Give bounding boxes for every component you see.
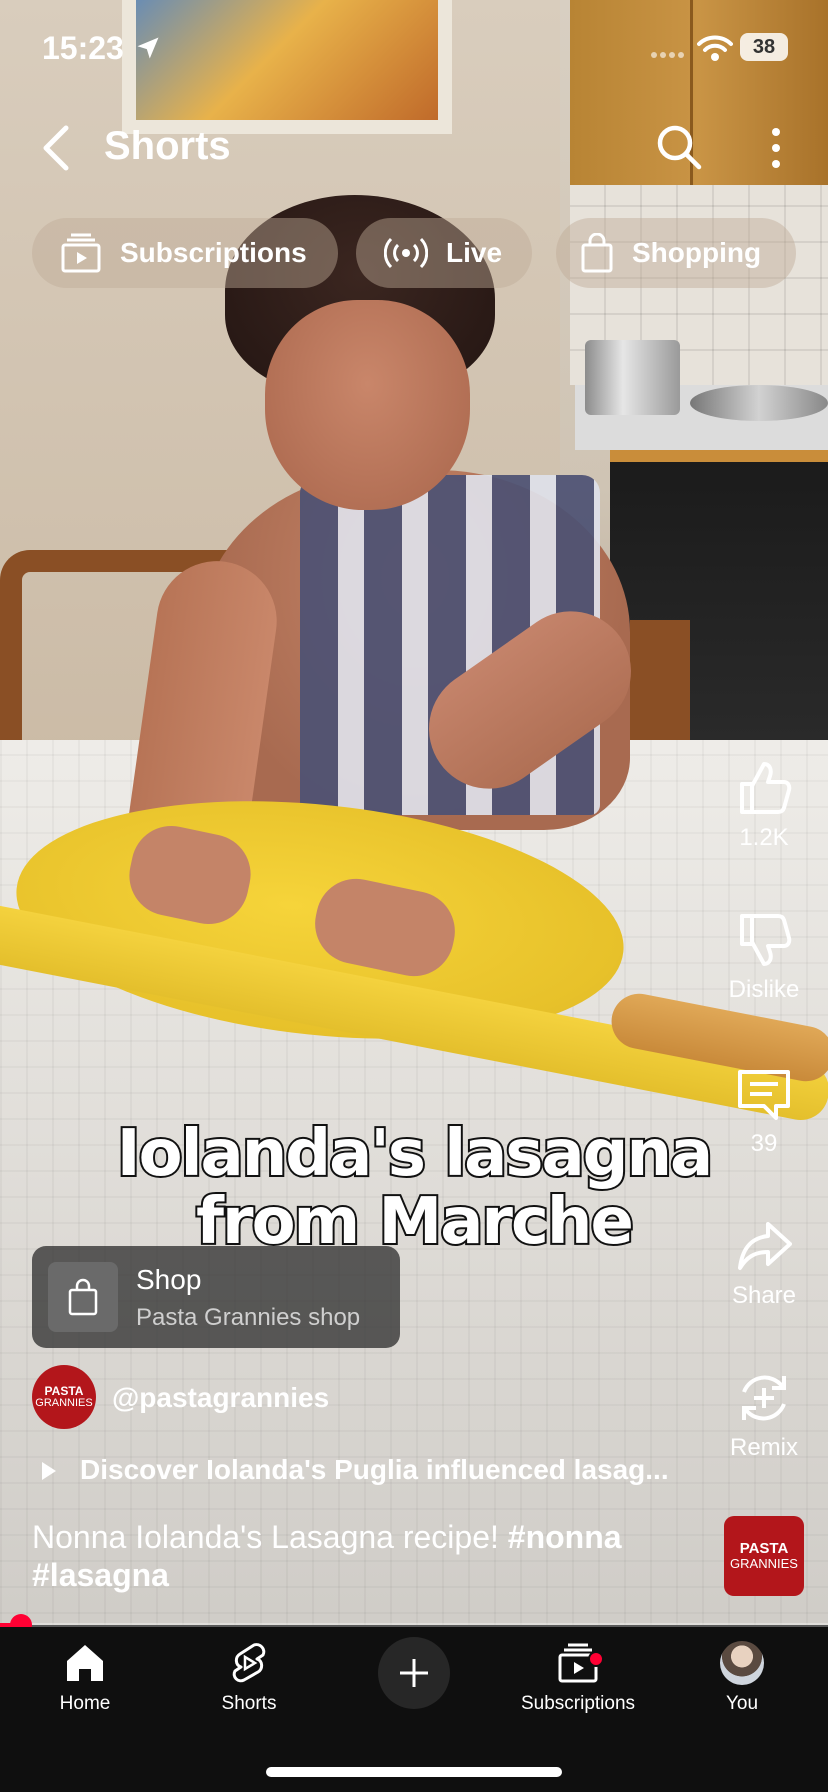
status-time: 15:23 [42,30,124,66]
dislike-label: Dislike [728,976,800,1003]
hashtag-link[interactable]: #nonna [508,1519,622,1555]
shopping-bag-icon [581,233,613,273]
channel-avatar[interactable]: PASTA GRANNIES [32,1365,96,1429]
plus-icon [400,1659,428,1687]
like-count: 1.2K [739,824,789,851]
share-label: Share [731,1282,797,1309]
remix-label: Remix [729,1434,798,1461]
remix-icon [742,1375,786,1421]
video-title[interactable]: Nonna Iolanda's Lasagna recipe! #nonna #l… [32,1518,652,1594]
share-button[interactable]: Share [704,1218,824,1310]
remix-button[interactable]: Remix [704,1370,824,1462]
chip-subscriptions[interactable]: Subscriptions [32,218,338,288]
comments-button[interactable]: 39 [704,1066,824,1158]
wifi-icon [697,35,733,61]
shop-subtitle: Pasta Grannies shop [136,1304,361,1331]
shopping-bag-icon [68,1278,98,1316]
more-vert-icon[interactable] [761,126,791,170]
chip-label: Shopping [632,237,762,268]
play-icon [42,1462,56,1480]
channel-handle[interactable]: @pastagrannies [112,1382,329,1414]
dislike-button[interactable]: Dislike [704,912,824,1004]
chip-label: Subscriptions [120,237,307,268]
cellular-signal-icon [651,52,684,58]
share-arrow-icon [738,1222,792,1270]
live-broadcast-icon [384,237,428,269]
like-button[interactable]: 1.2K [704,760,824,852]
thumbs-up-icon [740,762,792,814]
comment-count: 39 [750,1130,778,1157]
nav-subscriptions[interactable]: Subscriptions [508,1641,648,1715]
chip-shopping[interactable]: Shopping [556,218,796,288]
subscriptions-icon [61,233,101,273]
back-arrow-icon[interactable] [36,124,76,172]
shop-title: Shop [136,1264,202,1295]
home-icon [67,1645,103,1681]
avatar-logo-text: GRANNIES [35,1397,93,1409]
sound-thumbnail[interactable]: PASTA GRANNIES [724,1516,804,1596]
chip-label: Live [446,237,503,268]
avatar-logo-text: PASTA [44,1384,84,1398]
wall-painting [122,0,452,134]
create-button[interactable] [378,1637,450,1709]
user-avatar [720,1641,764,1685]
thumbs-down-icon [740,914,792,966]
search-icon[interactable] [656,124,702,170]
hashtag-link[interactable]: #lasagna [32,1557,169,1593]
page-title: Shorts [104,124,231,168]
comment-icon [738,1070,790,1120]
home-indicator [266,1767,562,1777]
battery-indicator: 38 [740,33,788,61]
shorts-screen: Iolanda's lasagna from Marche 15:23 38 S… [0,0,828,1792]
nav-you[interactable]: You [672,1641,812,1715]
nav-shorts[interactable]: Shorts [179,1641,319,1715]
notification-dot [588,1651,604,1667]
shorts-icon [232,1643,266,1683]
description-link[interactable]: Discover Iolanda's Puglia influenced las… [80,1454,669,1486]
location-arrow-icon [137,37,159,59]
shop-card[interactable]: Shop Pasta Grannies shop [32,1246,400,1348]
chip-live[interactable]: Live [356,218,532,288]
nav-home[interactable]: Home [15,1641,155,1715]
